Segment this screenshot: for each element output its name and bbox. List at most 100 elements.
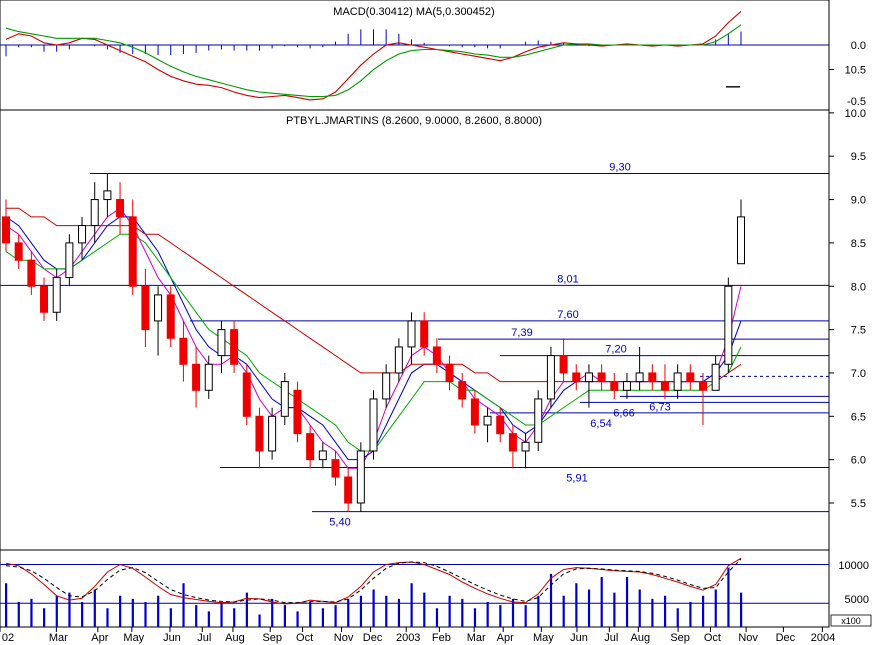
candle-up — [204, 363, 213, 391]
price-level-label: 6,73 — [649, 401, 670, 413]
volume-bar — [473, 608, 477, 627]
candle-up — [724, 285, 733, 365]
candle-down — [14, 242, 23, 261]
price-tick-label: 6.0 — [851, 455, 866, 467]
candle-up — [711, 363, 720, 391]
candle-down — [698, 381, 707, 391]
candle-down — [192, 363, 201, 391]
volume-bar — [68, 592, 71, 627]
candle-down — [648, 372, 657, 383]
candle-down — [128, 216, 137, 287]
volume-bar — [220, 602, 223, 627]
volume-bar — [195, 605, 198, 627]
volume-bar — [524, 605, 527, 627]
price-tick-label: 8.0 — [851, 281, 866, 293]
x-axis-label: Mar — [467, 632, 486, 644]
x-axis-label: Aug — [631, 632, 651, 644]
volume-bar — [169, 608, 172, 627]
volume-bar — [283, 605, 286, 627]
volume-bar — [245, 592, 248, 627]
candle-down — [344, 476, 353, 504]
volume-unit-label: x100 — [841, 616, 861, 626]
x-axis-label: Sep — [262, 632, 282, 644]
price-tick-label: 9.5 — [851, 151, 866, 163]
volume-bar — [258, 614, 261, 627]
candle-up — [635, 372, 644, 383]
candle-up — [546, 355, 555, 400]
price-tick-label: 7.0 — [851, 368, 866, 380]
price-level-label: 7,20 — [605, 344, 626, 356]
candle-up — [483, 415, 492, 426]
x-axis-label: Jun — [570, 632, 588, 644]
price-tick-label: 6.5 — [851, 411, 866, 423]
volume-tick-label: 5000 — [845, 594, 869, 606]
volume-bar — [271, 598, 274, 627]
price-title: PTBYL.JMARTINS (8.2600, 9.0000, 8.2600, … — [286, 115, 542, 127]
candle-down — [179, 337, 188, 365]
x-axis-label: Nov — [738, 632, 758, 644]
x-axis-label: Aug — [225, 632, 245, 644]
candle-down — [40, 285, 49, 313]
candle-up — [217, 329, 226, 357]
candle-down — [293, 389, 302, 435]
volume-bar — [359, 595, 363, 627]
candle-down — [559, 355, 568, 374]
candle-down — [686, 372, 695, 383]
candle-down — [141, 285, 150, 331]
volume-bar — [347, 598, 350, 627]
volume-tick-label: 10000 — [838, 560, 869, 572]
volume-bar — [625, 577, 629, 627]
volume-bar — [55, 595, 58, 627]
volume-bar — [131, 598, 134, 627]
price-level-label: 5,91 — [566, 472, 587, 484]
volume-bar — [309, 602, 312, 627]
candle-down — [597, 372, 606, 383]
volume-bar — [43, 608, 46, 627]
candle-down — [306, 433, 315, 461]
candle-down — [496, 415, 505, 435]
x-axis-label: 2003 — [396, 632, 420, 644]
candle-down — [166, 294, 175, 339]
candle-down — [27, 259, 36, 287]
volume-bar — [5, 583, 8, 627]
candle-up — [52, 277, 61, 313]
candle-up — [280, 381, 289, 417]
price-level-label: 9,30 — [609, 162, 630, 174]
candle-down — [432, 346, 441, 365]
volume-bar — [182, 583, 185, 627]
candle-down — [331, 459, 340, 478]
price-level-label: 8,01 — [557, 273, 578, 285]
price-level-label: 6,54 — [590, 418, 611, 430]
volume-bar — [385, 595, 388, 627]
price-tick-label: 8.5 — [851, 238, 866, 250]
volume-bar — [461, 598, 464, 627]
x-axis-label: Nov — [334, 632, 354, 644]
stock-chart: MACD(0.30412) MA(5,0.300452) 0.0 -0.5 PT… — [0, 0, 876, 645]
price-panel: PTBYL.JMARTINS (8.2600, 9.0000, 8.2600, … — [0, 65, 866, 551]
candle-down — [660, 381, 669, 391]
candle-up — [534, 398, 543, 443]
candle-up — [318, 450, 327, 461]
price-tick-label: 9.0 — [851, 195, 866, 207]
candle-down — [420, 320, 429, 348]
x-axis-label: Jul — [197, 632, 211, 644]
candle-up — [394, 346, 403, 374]
volume-bar — [410, 583, 413, 627]
volume-bar — [511, 598, 515, 627]
candle-up — [369, 398, 378, 452]
volume-bar — [334, 605, 337, 627]
volume-bar — [397, 598, 401, 627]
volume-bar — [296, 611, 299, 627]
volume-bar — [663, 595, 667, 627]
x-axis-label: May — [123, 632, 144, 644]
volume-bar — [740, 592, 743, 627]
volume-bar — [144, 602, 147, 627]
candle-up — [673, 372, 682, 391]
x-axis-label: May — [533, 632, 554, 644]
macd-panel: MACD(0.30412) MA(5,0.300452) 0.0 -0.5 — [0, 0, 866, 111]
x-axis-label: Mar — [49, 632, 68, 644]
x-axis-label: Oct — [704, 632, 721, 644]
volume-bar — [106, 608, 109, 627]
volume-bar — [17, 602, 20, 627]
candle-down — [242, 372, 251, 417]
